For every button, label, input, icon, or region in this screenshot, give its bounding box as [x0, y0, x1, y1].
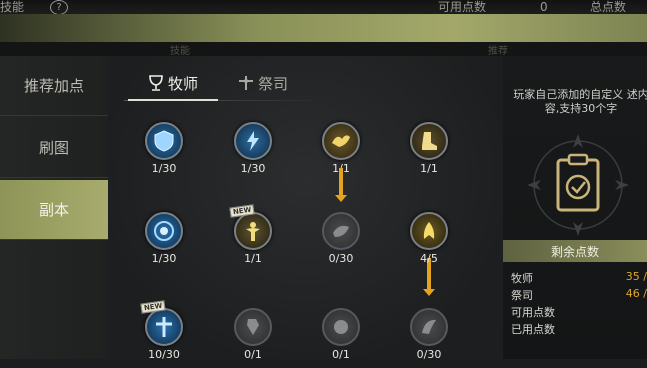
sidebar-item-label: 推荐加点: [23, 77, 84, 95]
shield-icon: [145, 122, 183, 160]
points-value: 46 /: [625, 287, 647, 300]
skill-level: 4/5: [420, 252, 438, 265]
sidebar-item-dungeon[interactable]: 副本: [0, 180, 113, 240]
skill-level: 0/1: [332, 348, 350, 361]
points-label: 已用点数: [511, 323, 555, 336]
skill-slot[interactable]: 0/30: [406, 308, 452, 368]
locked-skill-icon: [322, 308, 360, 346]
chalice-icon: [149, 75, 163, 91]
skill-level: 0/1: [244, 348, 262, 361]
tab-label: 祭司: [258, 74, 289, 93]
sidebar-item-farming[interactable]: 刷图: [0, 118, 108, 178]
points-row-available: 可用点数: [511, 304, 647, 320]
help-icon[interactable]: ?: [50, 0, 68, 15]
skill-slot[interactable]: 0/1: [230, 308, 276, 368]
skill-level: 10/30: [148, 348, 180, 361]
available-points-label: 可用点数: [438, 0, 487, 14]
skill-slot[interactable]: 1/30: [141, 212, 187, 272]
sub-right-label: 推荐: [488, 46, 508, 57]
available-points-value: 0: [540, 0, 548, 14]
skill-slot[interactable]: 4/5: [406, 212, 452, 272]
skill-level: 1/30: [151, 162, 177, 175]
locked-skill-icon: [234, 308, 272, 346]
skill-slot[interactable]: 0/30: [318, 212, 364, 272]
skill-level: 1/30: [151, 252, 177, 265]
figure-icon: [234, 212, 272, 250]
cross-icon: [239, 76, 253, 90]
locked-skill-icon: [322, 212, 360, 250]
skill-level: 0/30: [328, 252, 354, 265]
total-points-label: 总点数: [590, 0, 627, 14]
prerequisite-arrow: [335, 168, 347, 202]
points-label: 牧师: [511, 272, 533, 285]
remaining-points-title: 剩余点数: [503, 240, 647, 262]
header-banner: [0, 14, 647, 44]
info-panel: 玩家自己添加的自定义 述内容,支持30个字 剩余点数 牧师 35 / 祭司 46…: [503, 56, 647, 359]
holy-cross-icon: [145, 308, 183, 346]
skill-tree-panel: 牧师 祭司 1/30 1/30 1/1 1/1 1/: [108, 56, 503, 361]
clipboard-check-icon: [527, 134, 629, 236]
points-row-priest: 牧师 35 /: [511, 270, 647, 286]
skill-level: 0/30: [416, 348, 442, 361]
sub-bar: 技能 推荐: [0, 42, 647, 57]
tab-selected-indicator: [128, 99, 218, 101]
skill-slot[interactable]: 1/30: [230, 122, 276, 182]
tab-cleric[interactable]: 祭司: [238, 70, 288, 96]
orb-icon: [145, 212, 183, 250]
skill-level: 1/1: [420, 162, 438, 175]
skill-slot[interactable]: NEW 1/1: [229, 204, 276, 272]
points-label: 祭司: [511, 289, 533, 302]
locked-skill-icon: [410, 308, 448, 346]
skill-level: 1/30: [240, 162, 266, 175]
sidebar: 推荐加点 刷图 副本: [0, 56, 113, 359]
points-row-cleric: 祭司 46 /: [511, 287, 647, 303]
skill-slot[interactable]: NEW 10/30: [140, 300, 187, 368]
skill-slot[interactable]: 1/30: [141, 122, 187, 182]
points-value: 35 /: [625, 270, 647, 283]
sub-left-label: 技能: [170, 46, 190, 57]
sidebar-item-label: 刷图: [38, 139, 69, 157]
tab-priest[interactable]: 牧师: [148, 70, 198, 96]
points-row-used: 已用点数: [511, 321, 647, 337]
tab-label: 牧师: [168, 74, 199, 93]
sidebar-item-label: 副本: [38, 201, 69, 219]
boots-icon: [410, 122, 448, 160]
skill-description: 玩家自己添加的自定义 述内容,支持30个字: [513, 88, 647, 115]
skill-slot[interactable]: 1/1: [406, 122, 452, 182]
bird-icon: [322, 122, 360, 160]
lightning-icon: [234, 122, 272, 160]
skill-slot[interactable]: 0/1: [318, 308, 364, 368]
skill-level: 1/1: [244, 252, 262, 265]
window-title: 技能: [0, 0, 25, 14]
sidebar-item-recommended[interactable]: 推荐加点: [0, 56, 108, 116]
wing-icon: [410, 212, 448, 250]
points-label: 可用点数: [511, 306, 555, 319]
